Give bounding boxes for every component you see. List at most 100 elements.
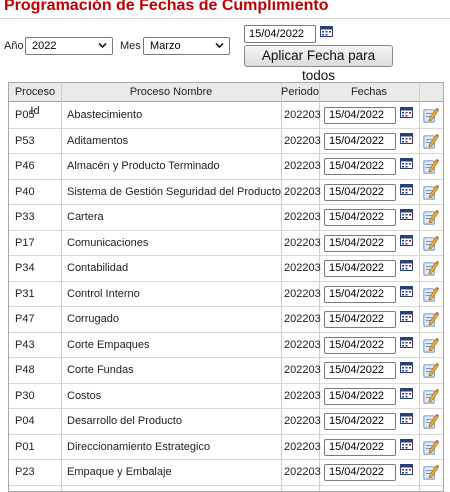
table-row: P47 Corrugado 202203 15/04/2022 <box>9 307 443 333</box>
row-date-input[interactable]: 15/04/2022 <box>324 336 396 354</box>
period-cell: 202203 <box>284 185 321 198</box>
period-cell: 202203 <box>284 134 321 147</box>
table-row: P48 Corte Fundas 202203 15/04/2022 <box>9 358 443 384</box>
period-cell: 202203 <box>284 160 321 172</box>
process-id-cell: P43 <box>15 338 35 351</box>
process-name-cell: Control Interno <box>67 287 140 300</box>
calendar-icon[interactable] <box>400 285 413 297</box>
period-cell: 202203 <box>284 262 321 274</box>
edit-note-icon[interactable] <box>421 234 440 253</box>
chevron-down-icon <box>215 42 224 49</box>
page-title: Programación de Fechas de Cumplimiento <box>4 0 329 14</box>
process-id-cell: P33 <box>15 211 35 223</box>
period-cell: 202203 <box>284 364 321 376</box>
edit-note-icon[interactable] <box>421 310 440 329</box>
row-date-input[interactable]: 15/04/2022 <box>324 234 396 252</box>
calendar-icon[interactable] <box>400 387 413 399</box>
period-cell: 202203 <box>284 440 321 453</box>
calendar-icon[interactable] <box>320 26 333 37</box>
month-select[interactable]: Marzo <box>143 37 230 55</box>
table-row: P46 Almacén y Producto Terminado 202203 15/… <box>9 154 443 180</box>
process-name-cell: Corte Fundas <box>67 364 134 376</box>
table-row: P01 Direccionamiento Estrategico 202203 15/… <box>9 435 443 460</box>
calendar-icon[interactable] <box>400 209 413 220</box>
calendar-icon[interactable] <box>400 158 413 169</box>
year-select-value: 2022 <box>32 40 57 52</box>
process-name-cell: Costos <box>67 389 102 402</box>
table-row: P05 Abastecimiento 202203 15/04/2022 <box>9 103 443 129</box>
edit-note-icon[interactable] <box>421 285 440 304</box>
process-name-cell: Comunicaciones <box>67 236 149 249</box>
process-name-cell: Corrugado <box>67 313 119 325</box>
process-id-cell: P46 <box>15 160 35 172</box>
row-date-input[interactable]: 15/04/2022 <box>324 132 396 150</box>
row-date-input[interactable]: 15/04/2022 <box>324 183 396 201</box>
process-name-cell: Aditamentos <box>67 134 129 147</box>
calendar-icon[interactable] <box>400 107 413 118</box>
process-id-cell: P34 <box>15 262 35 274</box>
edit-note-icon[interactable] <box>421 208 440 227</box>
title-divider <box>0 18 450 19</box>
process-name-cell: Desarrollo del Producto <box>67 415 182 427</box>
apply-date-all-button[interactable]: Aplicar Fecha para todos <box>244 45 393 83</box>
edit-note-icon[interactable] <box>421 183 440 202</box>
chevron-down-icon <box>98 42 107 49</box>
row-date-input[interactable]: 15/04/2022 <box>324 311 396 328</box>
edit-note-icon[interactable] <box>421 438 440 457</box>
process-id-cell: P04 <box>15 415 35 427</box>
calendar-icon[interactable] <box>400 438 413 450</box>
edit-note-icon[interactable] <box>421 132 440 151</box>
row-date-input[interactable]: 15/04/2022 <box>324 387 396 405</box>
row-date-input[interactable]: 15/04/2022 <box>324 464 396 481</box>
process-id-cell: P01 <box>15 440 35 453</box>
edit-note-icon[interactable] <box>421 336 440 355</box>
process-name-cell: Sistema de Gestión Seguridad del Product… <box>67 185 282 198</box>
calendar-icon[interactable] <box>400 183 413 195</box>
edit-note-icon[interactable] <box>421 157 440 176</box>
table-row: P40 Sistema de Gestión Seguridad del Prod… <box>9 180 443 205</box>
table-row: P30 Costos 202203 15/04/2022 <box>9 384 443 409</box>
calendar-icon[interactable] <box>400 362 413 373</box>
row-date-input[interactable]: 15/04/2022 <box>324 285 396 303</box>
period-cell: 202203 <box>284 287 321 300</box>
row-date-input[interactable]: 15/04/2022 <box>324 260 396 277</box>
calendar-icon[interactable] <box>400 234 413 246</box>
period-cell: 202203 <box>284 466 321 478</box>
process-name-cell: Cartera <box>67 211 104 223</box>
edit-note-icon[interactable] <box>421 106 440 125</box>
year-select[interactable]: 2022 <box>25 37 113 55</box>
process-name-cell: Corte Empaques <box>67 338 150 351</box>
row-date-input[interactable]: 15/04/2022 <box>324 158 396 175</box>
global-date-input[interactable]: 15/04/2022 <box>244 25 316 43</box>
process-id-cell: P05 <box>15 109 35 121</box>
calendar-icon[interactable] <box>400 413 413 424</box>
calendar-icon[interactable] <box>400 260 413 271</box>
table-row: P23 Empaque y Embalaje 202203 15/04/2022 <box>9 460 443 486</box>
row-date-input[interactable]: 15/04/2022 <box>324 209 396 226</box>
edit-note-icon[interactable] <box>421 361 440 380</box>
calendar-icon[interactable] <box>400 311 413 322</box>
row-date-input[interactable]: 15/04/2022 <box>324 107 396 124</box>
header-dates: Fechas <box>350 86 388 98</box>
process-id-cell: P40 <box>15 185 35 198</box>
process-id-cell: P30 <box>15 389 35 402</box>
process-table: Proceso Id Proceso Nombre Periodo Fechas… <box>8 82 444 492</box>
process-name-cell: Direccionamiento Estrategico <box>67 440 211 453</box>
header-actions <box>419 83 443 102</box>
row-date-input[interactable]: 15/04/2022 <box>324 438 396 456</box>
period-cell: 202203 <box>284 211 321 223</box>
edit-note-icon[interactable] <box>421 387 440 406</box>
calendar-icon[interactable] <box>400 336 413 348</box>
calendar-icon[interactable] <box>400 464 413 475</box>
edit-note-icon[interactable] <box>421 259 440 278</box>
row-date-input[interactable]: 15/04/2022 <box>324 413 396 430</box>
year-label: Año <box>4 40 24 52</box>
row-date-input[interactable]: 15/04/2022 <box>324 362 396 379</box>
edit-note-icon[interactable] <box>421 412 440 431</box>
period-cell: 202203 <box>284 389 321 402</box>
calendar-icon[interactable] <box>400 132 413 144</box>
edit-note-icon[interactable] <box>421 463 440 482</box>
header-process-name: Proceso Nombre <box>129 86 213 98</box>
process-id-cell: P53 <box>15 134 35 147</box>
process-id-cell: P48 <box>15 364 35 376</box>
